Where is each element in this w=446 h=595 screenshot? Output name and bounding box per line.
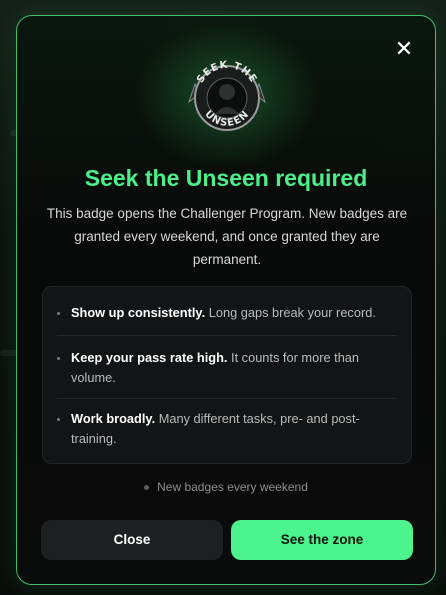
divider (57, 398, 397, 399)
requirement-title: Work broadly. (71, 411, 156, 426)
schedule-note-text: New badges every weekend (157, 480, 308, 494)
requirement-title: Show up consistently. (71, 305, 206, 320)
requirement-text: Long gaps break your record. (205, 305, 376, 320)
dialog-description: This badge opens the Challenger Program.… (46, 206, 408, 267)
bullet-icon (57, 312, 60, 315)
divider (57, 335, 397, 336)
requirement-item: Keep your pass rate high. It counts for … (57, 348, 397, 388)
bullet-icon (57, 357, 60, 360)
requirement-item: Show up consistently. Long gaps break yo… (57, 303, 397, 323)
close-icon[interactable]: ✕ (393, 38, 415, 60)
see-the-zone-button[interactable]: See the zone (231, 520, 413, 560)
badge-required-dialog: ✕ SEEK THE UNSEEN Seek the Unseen requir… (16, 15, 436, 585)
requirements-card: Show up consistently. Long gaps break yo… (42, 286, 412, 464)
dialog-title: Seek the Unseen required (84, 165, 368, 191)
seek-the-unseen-badge: SEEK THE UNSEEN (187, 54, 267, 140)
schedule-note: New badges every weekend (17, 480, 435, 494)
close-button[interactable]: Close (41, 520, 223, 560)
requirement-title: Keep your pass rate high. (71, 350, 228, 365)
bullet-icon (57, 418, 60, 421)
requirement-item: Work broadly. Many different tasks, pre-… (57, 409, 397, 449)
dot-icon (144, 485, 150, 491)
